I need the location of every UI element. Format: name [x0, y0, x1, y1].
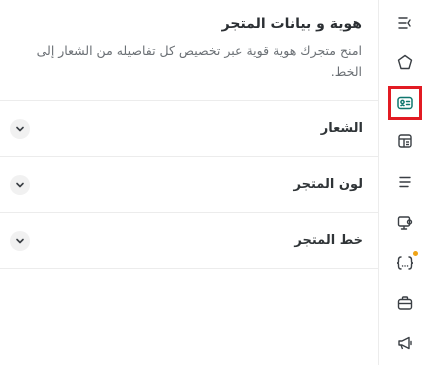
logo-section[interactable]: الشعار — [0, 101, 378, 157]
chevron-down-icon[interactable] — [10, 174, 30, 195]
id-card-icon[interactable] — [387, 86, 422, 120]
collapse-menu-icon[interactable] — [390, 8, 420, 38]
layout-icon[interactable] — [390, 126, 420, 156]
briefcase-icon[interactable] — [390, 288, 420, 318]
section-label: لون المتجر — [293, 177, 363, 192]
code-braces-icon[interactable] — [390, 248, 420, 278]
section-label: خط المتجر — [294, 233, 363, 248]
home-icon[interactable] — [390, 47, 420, 77]
store-identity-panel: هوية و بيانات المتجر امنح متجرك هوية قوي… — [0, 0, 378, 365]
lines-icon[interactable] — [390, 167, 420, 197]
megaphone-icon[interactable] — [390, 328, 420, 358]
section-label: الشعار — [320, 121, 363, 136]
chevron-down-icon[interactable] — [10, 118, 30, 139]
store-font-section[interactable]: خط المتجر — [0, 213, 378, 269]
page-title: هوية و بيانات المتجر — [221, 16, 362, 32]
settings-screen-icon[interactable] — [390, 208, 420, 238]
store-color-section[interactable]: لون المتجر — [0, 157, 378, 213]
notification-badge — [412, 251, 418, 256]
panel-header: هوية و بيانات المتجر امنح متجرك هوية قوي… — [0, 0, 378, 101]
chevron-down-icon[interactable] — [10, 230, 30, 251]
side-rail — [378, 0, 430, 365]
page-description: امنح متجرك هوية قوية عبر تخصيص كل تفاصيل… — [36, 43, 362, 79]
